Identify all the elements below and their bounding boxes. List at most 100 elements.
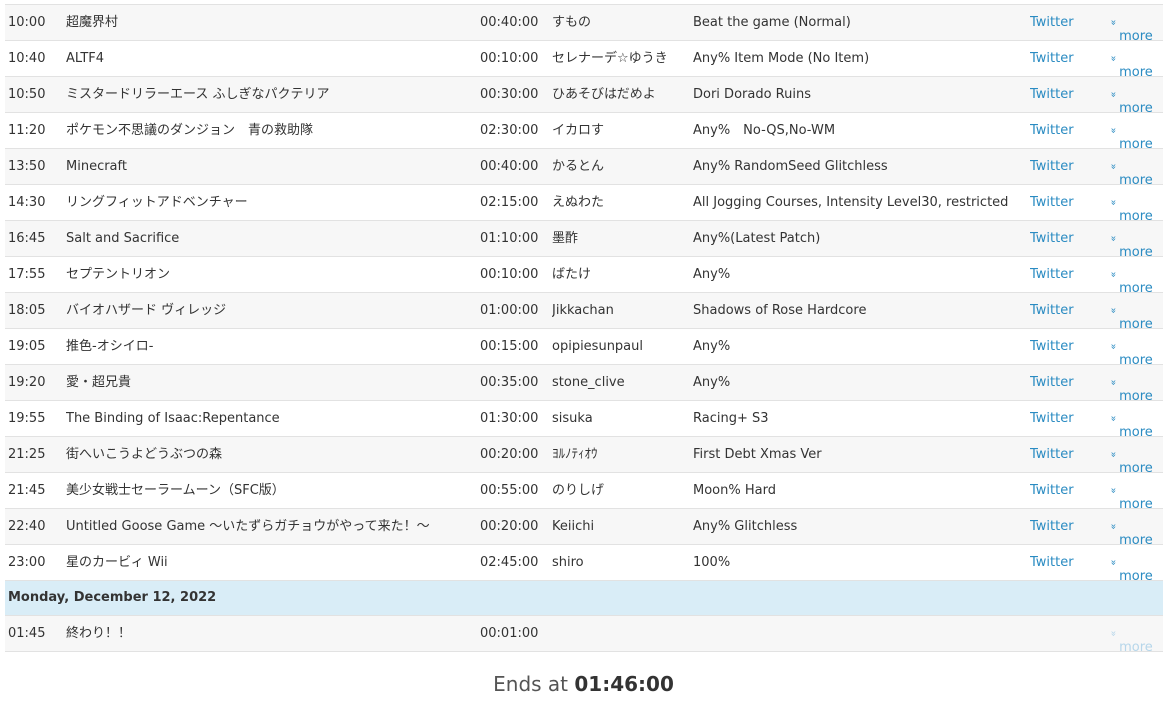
run-time: 14:30 (8, 195, 46, 210)
run-runner: すもの (552, 15, 592, 30)
run-game: 星のカービィ Wii (66, 555, 168, 570)
double-chevron-down-icon: » (1110, 343, 1131, 349)
run-game: 美少女戦士セーラームーン（SFC版） (66, 483, 285, 498)
run-runner: ばたけ (552, 267, 592, 282)
table-row: 23:00 星のカービィ Wii 02:45:00 shiro 100% Twitter »… (5, 545, 1163, 584)
table-row: 19:20 愛・超兄貴 00:35:00 stone_clive Any% Twitter… (5, 365, 1163, 404)
run-estimate: 02:45:00 (480, 555, 539, 570)
table-row: 14:30 リングフィットアドベンチャー 02:15:00 えぬわた All Joggi… (5, 185, 1163, 224)
run-game: 街へいこうよどうぶつの森 (66, 447, 223, 462)
day-header: Monday, December 12, 2022 (5, 581, 1163, 616)
twitter-link[interactable]: Twitter (1030, 221, 1100, 256)
twitter-link[interactable]: Twitter (1030, 365, 1100, 400)
double-chevron-down-icon: » (1110, 91, 1131, 97)
run-time: 10:40 (8, 51, 46, 66)
run-game: 超魔界村 (66, 15, 119, 30)
run-category: Beat the game (Normal) (693, 15, 851, 30)
run-runner: のりしげ (552, 483, 605, 498)
run-game: Salt and Sacrifice (66, 231, 180, 246)
double-chevron-down-icon: » (1110, 415, 1131, 421)
run-runner: sisuka (552, 411, 593, 426)
table-row: 17:55セプテントリオン00:10:00ばたけAny%Twitter»more (5, 257, 1163, 296)
run-estimate: 00:20:00 (480, 447, 539, 462)
run-game: ミスタードリラーエース ふしぎなパクテリア (66, 87, 330, 102)
run-runner: かるとん (552, 159, 605, 174)
run-category: First Debt Xmas Ver (693, 447, 822, 462)
run-time: 18:05 (8, 303, 46, 318)
run-runner: opipiesunpaul (552, 339, 643, 354)
run-estimate: 01:10:00 (480, 231, 539, 246)
twitter-link[interactable]: Twitter (1030, 293, 1100, 328)
twitter-link[interactable]: Twitter (1030, 401, 1100, 436)
run-runner: セレナーデ☆ゆうき (552, 51, 668, 66)
run-runner: Jikkachan (552, 303, 614, 318)
run-runner: えぬわた (552, 195, 605, 210)
twitter-link[interactable]: Twitter (1030, 149, 1100, 184)
twitter-link[interactable]: Twitter (1030, 509, 1100, 544)
run-estimate: 02:15:00 (480, 195, 539, 210)
table-row: 21:25 街へいこうよどうぶつの森 00:20:00 ﾖﾙﾉﾃｨｵｳ First De… (5, 437, 1163, 476)
run-time: 19:05 (8, 339, 46, 354)
run-estimate: 00:10:00 (480, 51, 539, 66)
run-category: All Jogging Courses, Intensity Level30, … (693, 195, 1009, 210)
twitter-link[interactable]: Twitter (1030, 329, 1100, 364)
run-runner: 墨酢 (552, 231, 579, 246)
twitter-link[interactable]: Twitter (1030, 437, 1100, 472)
double-chevron-down-icon: » (1110, 199, 1131, 205)
table-row: 18:05 バイオハザード ヴィレッジ 01:00:00 Jikkachan Shado… (5, 293, 1163, 332)
twitter-link[interactable]: Twitter (1030, 77, 1100, 112)
run-runner: ひあそびはだめよ (552, 87, 656, 102)
run-category: Dori Dorado Ruins (693, 87, 811, 102)
double-chevron-down-icon: » (1110, 487, 1131, 493)
double-chevron-down-icon: » (1110, 379, 1131, 385)
more-toggle[interactable]: » more (1110, 545, 1165, 594)
run-time: 21:45 (8, 483, 46, 498)
schedule-rows-next-day: 01:45 終わり！！ 00:01:00 » more (5, 616, 1163, 655)
run-time: 16:45 (8, 231, 46, 246)
double-chevron-down-icon: » (1110, 55, 1131, 61)
double-chevron-down-icon: » (1110, 163, 1131, 169)
run-category: Any% (693, 339, 731, 354)
schedule-table: 10:00 超魔界村 00:40:00 すもの Beat the game (Norma… (5, 4, 1163, 655)
run-category: Any% No-QS,No-WM (693, 123, 836, 138)
table-row: 10:50 ミスタードリラーエース ふしぎなパクテリア 00:30:00 ひあそびはだ… (5, 77, 1163, 116)
twitter-link[interactable]: Twitter (1030, 185, 1100, 220)
twitter-link[interactable]: Twitter (1030, 257, 1100, 292)
twitter-link[interactable]: Twitter (1030, 5, 1100, 40)
run-estimate: 02:30:00 (480, 123, 539, 138)
run-time: 19:20 (8, 375, 46, 390)
run-time: 10:50 (8, 87, 46, 102)
run-estimate: 00:30:00 (480, 87, 539, 102)
run-runner: イカロす (552, 123, 605, 138)
table-row: 19:05 推色-オシイロ- 00:15:00 opipiesunpaul Any% Tw… (5, 329, 1163, 368)
table-row: 22:40 Untitled Goose Game ～いたずらガチョウがやって来た… (5, 509, 1163, 548)
run-time: 13:50 (8, 159, 46, 174)
more-label: more (1119, 640, 1153, 655)
run-time: 10:00 (8, 15, 46, 30)
run-category: Any% Glitchless (693, 519, 798, 534)
run-time: 11:20 (8, 123, 46, 138)
run-category: Any% Item Mode (No Item) (693, 51, 870, 66)
table-row: 19:55 The Binding of Isaac:Repentance 01:3… (5, 401, 1163, 440)
run-game: ALTF4 (66, 51, 105, 66)
double-chevron-down-icon: » (1110, 630, 1131, 636)
twitter-link[interactable]: Twitter (1030, 473, 1100, 508)
twitter-link[interactable]: Twitter (1030, 545, 1100, 580)
run-game: セプテントリオン (66, 267, 171, 282)
run-time: 19:55 (8, 411, 46, 426)
run-estimate: 00:40:00 (480, 159, 539, 174)
table-row: 01:45 終わり！！ 00:01:00 » more (5, 616, 1163, 655)
run-runner: stone_clive (552, 375, 625, 390)
more-toggle[interactable]: » more (1110, 616, 1165, 665)
run-estimate: 00:55:00 (480, 483, 539, 498)
double-chevron-down-icon: » (1110, 127, 1131, 133)
run-game: 終わり！！ (66, 626, 132, 641)
run-category: Racing+ S3 (693, 411, 769, 426)
double-chevron-down-icon: » (1110, 235, 1131, 241)
run-time: 21:25 (8, 447, 46, 462)
twitter-link[interactable]: Twitter (1030, 41, 1100, 76)
end-time-summary: Ends at 01:46:00 (0, 670, 1167, 698)
twitter-link[interactable]: Twitter (1030, 113, 1100, 148)
run-estimate: 01:30:00 (480, 411, 539, 426)
double-chevron-down-icon: » (1110, 559, 1131, 565)
